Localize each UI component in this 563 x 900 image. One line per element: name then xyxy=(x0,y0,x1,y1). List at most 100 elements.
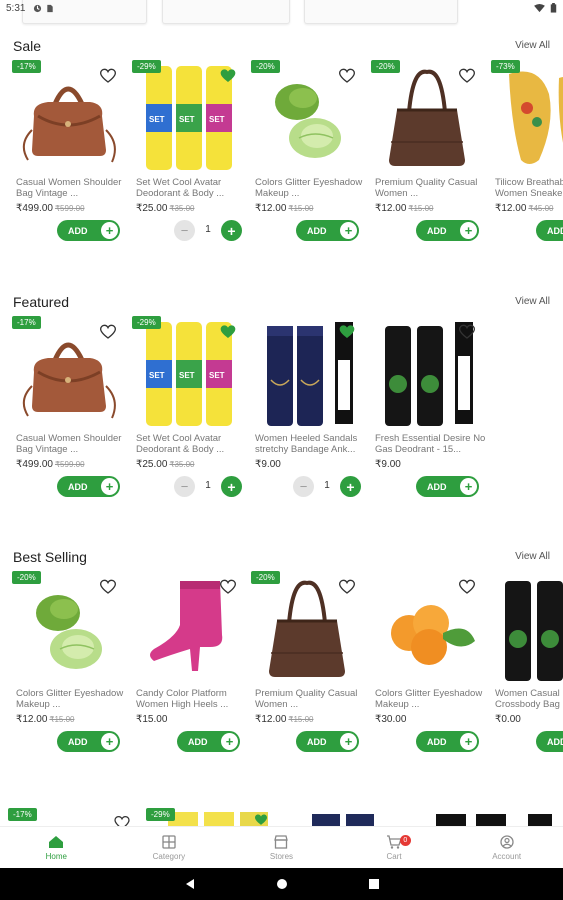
product-name: Set Wet Cool Avatar Deodorant & Body ... xyxy=(136,433,225,455)
product-price: ₹12.00 ₹15.00 xyxy=(255,203,314,214)
product-name: Fresh Essential Desire No Gas Deodrant -… xyxy=(375,433,486,455)
add-to-cart-button[interactable]: ADD+ xyxy=(57,220,120,241)
discount-badge: -17% xyxy=(12,316,41,329)
section-header: Best Selling View All xyxy=(13,549,550,567)
decrease-button[interactable]: − xyxy=(293,476,314,497)
add-label: ADD xyxy=(427,736,447,747)
product-name: Colors Glitter Eyeshadow Makeup ... xyxy=(255,177,363,199)
svg-text:SET: SET xyxy=(209,371,225,380)
current-price: ₹499.00 xyxy=(16,459,53,470)
product-card[interactable]: Candy Color Platform Women High Heels ..… xyxy=(132,571,252,771)
product-card[interactable]: -73% Tilicow Breathable Women Sneakers ₹12… xyxy=(491,60,563,260)
heart-filled-icon[interactable] xyxy=(220,324,236,340)
add-to-cart-button[interactable]: ADD+ xyxy=(416,220,479,241)
product-card[interactable]: -20% Colors Glitter Eyeshadow Makeup ... ₹… xyxy=(251,60,371,260)
heart-filled-icon[interactable] xyxy=(254,814,268,826)
heart-icon[interactable] xyxy=(100,324,116,340)
section-1: Featured View All -17% Casual Women Shoulde… xyxy=(0,294,563,514)
heart-filled-icon[interactable] xyxy=(339,324,355,340)
section-0: Sale View All -17% Casual Women Shoulder Ba… xyxy=(0,38,563,258)
heart-icon[interactable] xyxy=(220,579,236,595)
bottom-navigation: Home Category Stores 0 Cart Account xyxy=(0,826,563,868)
nav-home[interactable]: Home xyxy=(0,827,113,868)
svg-text:SET: SET xyxy=(179,115,195,124)
increase-button[interactable]: + xyxy=(340,476,361,497)
view-all-link[interactable]: View All xyxy=(515,296,550,307)
product-price: ₹9.00 xyxy=(255,459,281,470)
product-card[interactable]: Women Casual Crossbody Bag ₹0.00 ADD+ xyxy=(491,571,563,771)
quantity-stepper[interactable]: −1 + xyxy=(174,476,242,497)
product-name: Colors Glitter Eyeshadow Makeup ... xyxy=(16,688,124,710)
heart-icon[interactable] xyxy=(339,579,355,595)
decrease-button[interactable]: − xyxy=(174,476,195,497)
heart-icon[interactable] xyxy=(459,324,475,340)
back-icon[interactable] xyxy=(184,878,196,890)
discount-badge: -29% xyxy=(132,316,161,329)
nav-category[interactable]: Category xyxy=(113,827,226,868)
product-price: ₹30.00 xyxy=(375,714,406,725)
original-price: ₹35.00 xyxy=(169,460,195,469)
discount-badge: -17% xyxy=(8,808,37,821)
nav-cart[interactable]: 0 Cart xyxy=(338,827,451,868)
decrease-button[interactable]: − xyxy=(174,220,195,241)
view-all-link[interactable]: View All xyxy=(515,551,550,562)
add-to-cart-button[interactable]: ADD+ xyxy=(177,731,240,752)
original-price: ₹35.00 xyxy=(169,204,195,213)
product-card[interactable]: -29% SET SET SET Set Wet Cool Avatar Deodora… xyxy=(132,60,252,260)
plus-icon: + xyxy=(101,222,118,239)
discount-badge: -20% xyxy=(251,571,280,584)
current-price: ₹9.00 xyxy=(255,459,281,470)
add-label: ADD xyxy=(68,481,88,492)
nav-stores[interactable]: Stores xyxy=(225,827,338,868)
add-to-cart-button[interactable]: ADD+ xyxy=(296,731,359,752)
heart-icon[interactable] xyxy=(459,579,475,595)
original-price: ₹15.00 xyxy=(288,204,314,213)
plus-icon: + xyxy=(101,733,118,750)
product-card[interactable]: -17% Casual Women Shoulder Bag Vintage ..… xyxy=(12,60,132,260)
product-card[interactable]: -20% Premium Quality Casual Women ... ₹12.… xyxy=(371,60,491,260)
nav-label: Home xyxy=(45,851,67,861)
original-price: ₹15.00 xyxy=(288,715,314,724)
current-price: ₹12.00 xyxy=(495,203,527,214)
heart-icon[interactable] xyxy=(100,68,116,84)
quantity-value: 1 xyxy=(205,224,211,235)
add-to-cart-button[interactable]: ADD+ xyxy=(57,476,120,497)
product-price: ₹0.00 xyxy=(495,714,521,725)
plus-icon: + xyxy=(340,733,357,750)
product-card[interactable]: -17% Casual Women Shoulder Bag Vintage ..… xyxy=(12,316,132,516)
product-card[interactable]: -20% Premium Quality Casual Women ... ₹12.… xyxy=(251,571,371,771)
original-price: ₹15.00 xyxy=(408,204,434,213)
product-card[interactable]: Colors Glitter Eyeshadow Makeup ... ₹30.0… xyxy=(371,571,491,771)
product-card[interactable]: Women Heeled Sandals stretchy Bandage An… xyxy=(251,316,371,516)
nav-account[interactable]: Account xyxy=(450,827,563,868)
view-all-link[interactable]: View All xyxy=(515,40,550,51)
quantity-stepper[interactable]: −1 + xyxy=(293,476,361,497)
heart-filled-icon[interactable] xyxy=(220,68,236,84)
heart-icon[interactable] xyxy=(339,68,355,84)
increase-button[interactable]: + xyxy=(221,476,242,497)
product-name: Premium Quality Casual Women ... xyxy=(255,688,358,710)
add-to-cart-button[interactable]: ADD+ xyxy=(296,220,359,241)
add-label: ADD xyxy=(188,736,208,747)
current-price: ₹30.00 xyxy=(375,714,407,725)
recents-icon[interactable] xyxy=(368,878,380,890)
add-to-cart-button[interactable]: ADD+ xyxy=(536,220,563,241)
add-to-cart-button[interactable]: ADD+ xyxy=(57,731,120,752)
quantity-stepper[interactable]: −1 + xyxy=(174,220,242,241)
heart-icon[interactable] xyxy=(100,579,116,595)
increase-button[interactable]: + xyxy=(221,220,242,241)
home-button-icon[interactable] xyxy=(276,878,288,890)
product-card[interactable]: Fresh Essential Desire No Gas Deodrant -… xyxy=(371,316,491,516)
heart-icon[interactable] xyxy=(459,68,475,84)
original-price: ₹599.00 xyxy=(54,204,85,213)
add-label: ADD xyxy=(547,736,563,747)
add-to-cart-button[interactable]: ADD+ xyxy=(536,731,563,752)
add-to-cart-button[interactable]: ADD+ xyxy=(416,731,479,752)
product-card[interactable]: -29% SET SET SET Set Wet Cool Avatar Deodora… xyxy=(132,316,252,516)
cart-count-badge: 0 xyxy=(399,835,411,846)
discount-badge: -73% xyxy=(491,60,520,73)
add-to-cart-button[interactable]: ADD+ xyxy=(416,476,479,497)
product-card[interactable]: -20% Colors Glitter Eyeshadow Makeup ... ₹… xyxy=(12,571,132,771)
account-icon xyxy=(500,834,514,849)
product-price: ₹25.00 ₹35.00 xyxy=(136,203,195,214)
